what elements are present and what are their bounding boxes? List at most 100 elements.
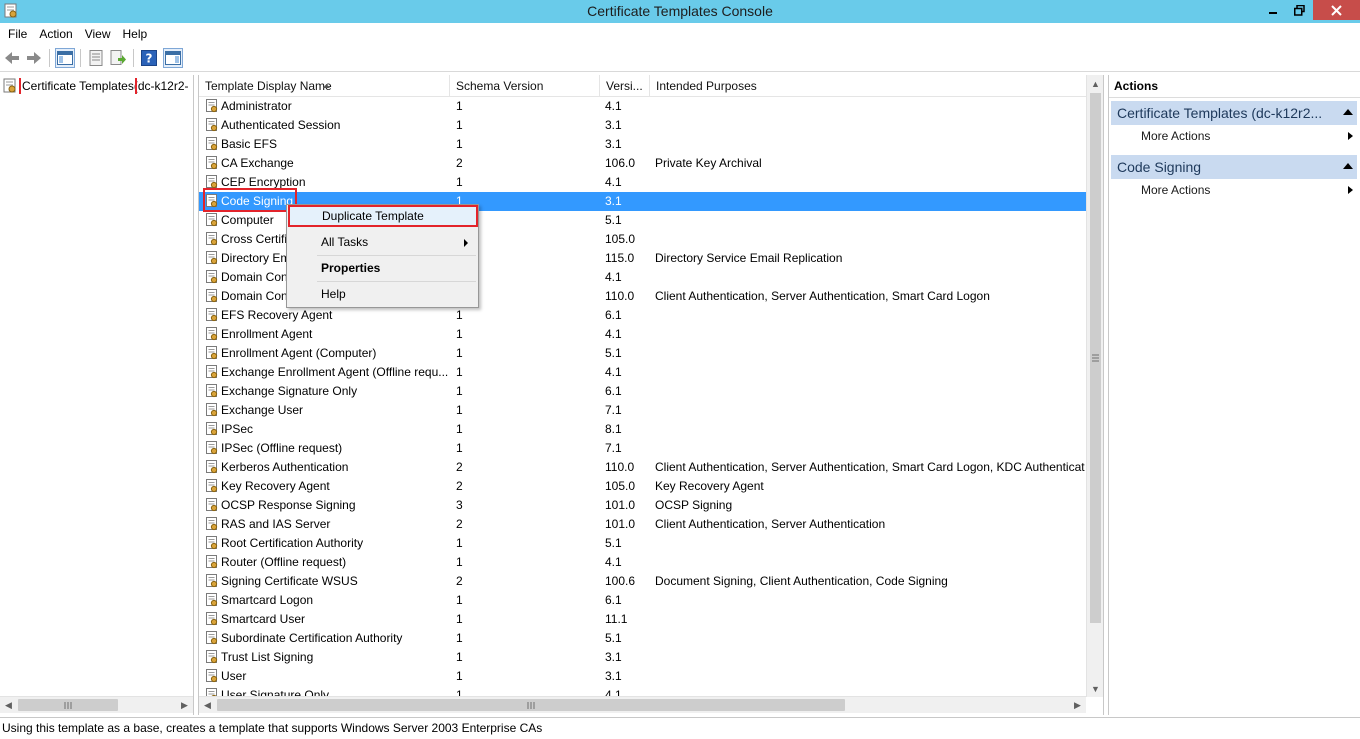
table-row[interactable]: IPSec (Offline request) 1 7.1: [199, 439, 1086, 458]
column-header-schema-version[interactable]: Schema Version: [450, 75, 600, 97]
cell-intended-purposes: [655, 648, 1086, 667]
table-row[interactable]: Authenticated Session 1 3.1: [199, 116, 1086, 135]
tree-node-certificate-templates[interactable]: Certificate Templates(dc-k12r2-: [2, 78, 192, 94]
export-list-button[interactable]: [108, 48, 128, 68]
table-row[interactable]: Administrator 1 4.1: [199, 97, 1086, 116]
menu-help[interactable]: Help: [117, 27, 154, 41]
certificate-template-icon: [205, 232, 219, 246]
table-row[interactable]: User 1 3.1: [199, 667, 1086, 686]
cell-intended-purposes: Client Authentication, Server Authentica…: [655, 517, 886, 531]
grip-icon: [64, 701, 72, 709]
tree-horizontal-scrollbar[interactable]: ◀ ▶: [0, 696, 193, 713]
close-button[interactable]: [1313, 0, 1360, 20]
scroll-left-arrow-icon[interactable]: ◀: [199, 697, 216, 713]
show-hide-action-pane-button[interactable]: [163, 48, 183, 68]
table-row[interactable]: RAS and IAS Server 2 101.0 Client Authentic…: [199, 515, 1086, 534]
action-more-actions[interactable]: More Actions: [1141, 180, 1355, 200]
collapse-up-icon[interactable]: [1343, 109, 1353, 115]
cell-version: 5.1: [605, 631, 622, 645]
collapse-up-icon[interactable]: [1343, 163, 1353, 169]
certificate-template-icon: [205, 156, 219, 170]
certificate-template-icon: [205, 175, 219, 189]
actions-section-code-signing[interactable]: Code Signing: [1111, 155, 1357, 179]
back-arrow-icon: [5, 52, 19, 64]
cell-intended-purposes: [655, 553, 1086, 572]
table-row[interactable]: Exchange Signature Only 1 6.1: [199, 382, 1086, 401]
scrollbar-thumb[interactable]: [18, 699, 118, 711]
list-vertical-scrollbar[interactable]: ▲ ▼: [1086, 75, 1103, 697]
cell-version: 3.1: [605, 669, 622, 683]
cell-intended-purposes: Private Key Archival: [655, 156, 762, 170]
table-row[interactable]: Enrollment Agent 1 4.1: [199, 325, 1086, 344]
table-row[interactable]: Enrollment Agent (Computer) 1 5.1: [199, 344, 1086, 363]
menu-view[interactable]: View: [79, 27, 117, 41]
context-menu-all-tasks[interactable]: All Tasks: [289, 231, 476, 253]
context-menu-duplicate-template[interactable]: Duplicate Template: [288, 205, 478, 227]
table-row[interactable]: Smartcard Logon 1 6.1: [199, 591, 1086, 610]
cell-intended-purposes: [655, 439, 1086, 458]
table-row[interactable]: EFS Recovery Agent 1 6.1: [199, 306, 1086, 325]
cell-version: 4.1: [605, 175, 622, 189]
certificate-template-icon: [205, 631, 219, 645]
cell-template-name: Enrollment Agent: [221, 327, 313, 341]
certificate-template-icon: [205, 99, 219, 113]
cell-schema-version: 1: [456, 555, 463, 569]
cell-version: 4.1: [605, 327, 622, 341]
certificate-template-icon: [205, 308, 219, 322]
table-row[interactable]: Basic EFS 1 3.1: [199, 135, 1086, 154]
show-hide-console-tree-button[interactable]: [55, 48, 75, 68]
table-row[interactable]: Exchange User 1 7.1: [199, 401, 1086, 420]
table-row[interactable]: Exchange Enrollment Agent (Offline requ.…: [199, 363, 1086, 382]
table-row[interactable]: CEP Encryption 1 4.1: [199, 173, 1086, 192]
scroll-left-arrow-icon[interactable]: ◀: [0, 697, 17, 713]
restore-button[interactable]: [1286, 0, 1313, 20]
table-row[interactable]: Subordinate Certification Authority 1 5.1: [199, 629, 1086, 648]
table-row[interactable]: Root Certification Authority 1 5.1: [199, 534, 1086, 553]
cell-intended-purposes: [655, 591, 1086, 610]
list-horizontal-scrollbar[interactable]: ◀ ▶: [199, 696, 1086, 713]
cell-version: 101.0: [605, 498, 636, 512]
cell-intended-purposes: [655, 325, 1086, 344]
table-row[interactable]: Smartcard User 1 11.1: [199, 610, 1086, 629]
context-menu-help[interactable]: Help: [289, 283, 476, 305]
table-row[interactable]: Trust List Signing 1 3.1: [199, 648, 1086, 667]
certificate-template-icon: [205, 650, 219, 664]
table-row[interactable]: Signing Certificate WSUS 2 100.6 Document S…: [199, 572, 1086, 591]
context-menu-properties[interactable]: Properties: [289, 257, 476, 279]
back-button[interactable]: [2, 48, 22, 68]
table-row[interactable]: Key Recovery Agent 2 105.0 Key Recovery Age…: [199, 477, 1086, 496]
table-row[interactable]: Kerberos Authentication 2 110.0 Client Auth…: [199, 458, 1086, 477]
forward-button[interactable]: [24, 48, 44, 68]
certificate-template-icon: [205, 517, 219, 531]
scroll-right-arrow-icon[interactable]: ▶: [176, 697, 193, 713]
submenu-arrow-icon: [464, 239, 468, 247]
table-row[interactable]: CA Exchange 2 106.0 Private Key Archival: [199, 154, 1086, 173]
cell-version: 100.6: [605, 574, 636, 588]
certificate-template-icon: [205, 289, 219, 303]
table-row[interactable]: Router (Offline request) 1 4.1: [199, 553, 1086, 572]
cell-template-name: CEP Encryption: [221, 175, 306, 189]
column-header-intended-purposes[interactable]: Intended Purposes: [650, 75, 1086, 97]
scroll-up-arrow-icon[interactable]: ▲: [1087, 75, 1104, 92]
certificate-template-icon: [205, 118, 219, 132]
help-toolbar-button[interactable]: ?: [139, 48, 159, 68]
cell-version: 3.1: [605, 137, 622, 151]
cell-schema-version: 1: [456, 137, 463, 151]
cell-intended-purposes: [655, 97, 1086, 116]
menu-file[interactable]: File: [2, 27, 33, 41]
table-row[interactable]: IPSec 1 8.1: [199, 420, 1086, 439]
cell-intended-purposes: [655, 382, 1086, 401]
certificate-template-icon: [205, 270, 219, 284]
properties-toolbar-button[interactable]: [86, 48, 106, 68]
scrollbar-thumb[interactable]: [217, 699, 845, 711]
scroll-down-arrow-icon[interactable]: ▼: [1087, 680, 1104, 697]
table-row[interactable]: OCSP Response Signing 3 101.0 OCSP Signing: [199, 496, 1086, 515]
context-menu: Duplicate Template All Tasks Properties …: [286, 204, 479, 308]
scroll-right-arrow-icon[interactable]: ▶: [1069, 697, 1086, 713]
scrollbar-thumb[interactable]: [1090, 93, 1101, 623]
menu-action[interactable]: Action: [33, 27, 78, 41]
minimize-button[interactable]: [1259, 0, 1286, 20]
actions-section-certificate-templates[interactable]: Certificate Templates (dc-k12r2...: [1111, 101, 1357, 125]
column-header-version[interactable]: Versi...: [600, 75, 650, 97]
action-more-actions[interactable]: More Actions: [1141, 126, 1355, 146]
